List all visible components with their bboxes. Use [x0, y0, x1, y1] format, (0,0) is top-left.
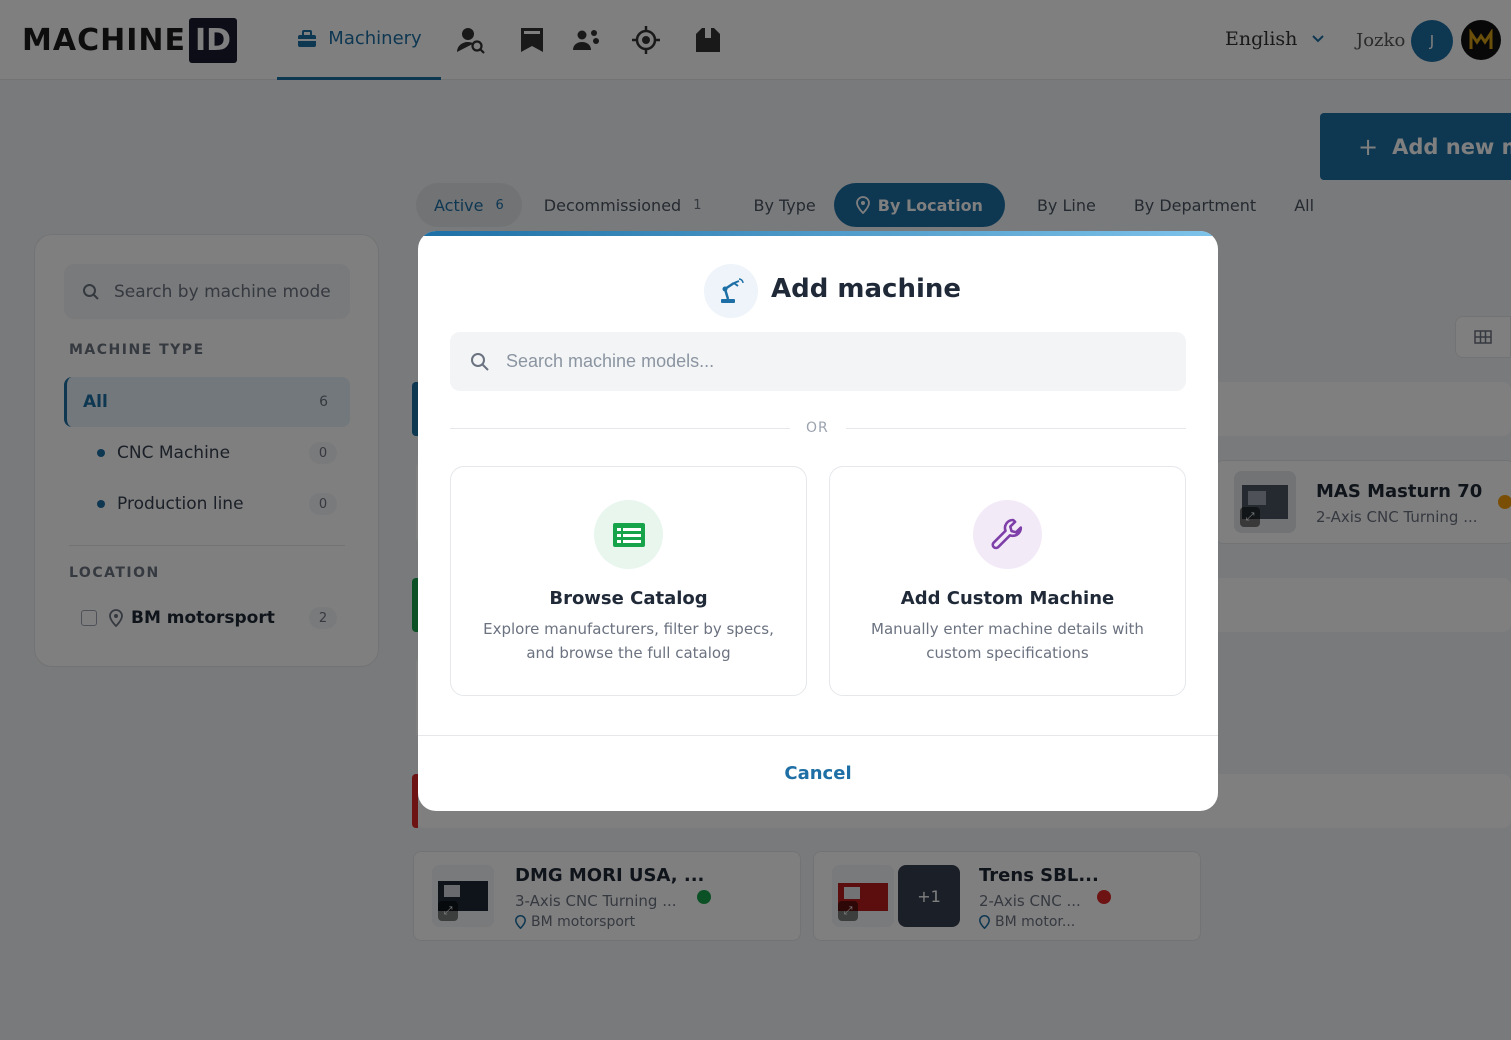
modal-accent-bar [418, 231, 1218, 236]
wrench-icon [973, 500, 1042, 569]
divider [450, 428, 790, 429]
add-custom-machine-description: Manually enter machine details with cust… [871, 620, 1144, 662]
or-separator: OR [806, 420, 829, 436]
add-custom-machine-title: Add Custom Machine [900, 588, 1115, 609]
divider [846, 428, 1186, 429]
browse-catalog-description: Explore manufacturers, filter by specs, … [483, 620, 774, 662]
cancel-button[interactable]: Cancel [784, 763, 851, 784]
modal-search-field[interactable] [450, 332, 1186, 391]
add-custom-machine-card[interactable]: Add Custom Machine Manually enter machin… [829, 466, 1186, 696]
browse-catalog-card[interactable]: Browse Catalog Explore manufacturers, fi… [450, 466, 807, 696]
browse-catalog-title: Browse Catalog [549, 588, 708, 609]
search-icon [471, 352, 489, 371]
modal-title: Add machine [771, 274, 962, 304]
catalog-list-icon [594, 500, 663, 569]
add-machine-modal: Add machine OR Browse Catalog Explore ma… [418, 231, 1218, 811]
robot-arm-icon [704, 264, 758, 318]
modal-footer: Cancel [418, 735, 1218, 811]
modal-search-input[interactable] [506, 351, 1146, 372]
